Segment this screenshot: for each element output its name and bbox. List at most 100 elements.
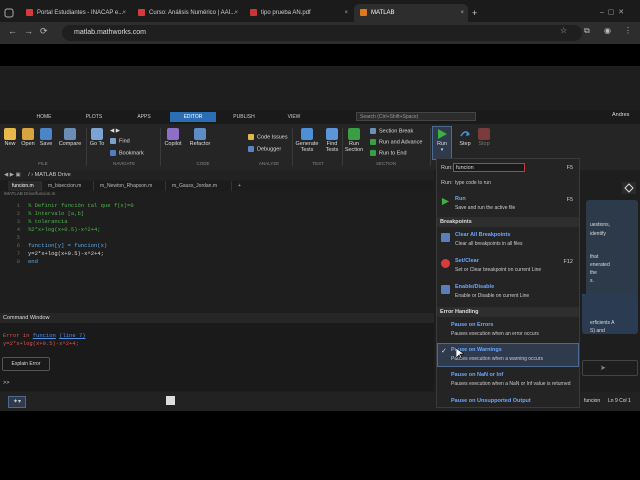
- error-function-link[interactable]: funcion: [33, 332, 56, 339]
- tab-view[interactable]: VIEW: [276, 112, 312, 122]
- menu-item-desc: Pauses execution when a NaN or Inf value…: [451, 381, 571, 387]
- menu-item-run[interactable]: Run Save and run the active file F5: [437, 193, 579, 217]
- window-controls[interactable]: – ▢ ✕: [600, 4, 636, 22]
- code-line: end: [28, 258, 38, 265]
- divider: [160, 128, 161, 166]
- find-label: Find: [119, 138, 130, 145]
- tab-apps[interactable]: APPS: [128, 112, 160, 122]
- stop-button[interactable]: Stop: [476, 128, 492, 147]
- divider: [86, 128, 87, 166]
- back-arrows[interactable]: ◀ ▶: [110, 128, 120, 134]
- bookmark-button[interactable]: Bookmark: [110, 150, 144, 156]
- tab-label: Curso: Análisis Numérico | AAI...: [149, 10, 236, 16]
- divider: [292, 128, 293, 166]
- tab-publish[interactable]: PUBLISH: [226, 112, 262, 122]
- code-issues-icon: [248, 134, 254, 140]
- nav-arrows-icon[interactable]: ◀ ▶ ▣: [4, 172, 21, 178]
- send-icon[interactable]: ➤: [600, 364, 606, 372]
- save-button[interactable]: Save: [38, 128, 54, 147]
- debugger-button[interactable]: Debugger: [248, 146, 281, 152]
- editor-tab-gauss[interactable]: m_Gauss_Jordan.m: [168, 181, 232, 191]
- close-tab-icon[interactable]: ×: [122, 4, 126, 22]
- browser-tab-portal[interactable]: Portal Estudiantes - INACAP e... ×: [20, 4, 130, 22]
- editor-file-path: /MATLAB Drive/funcion.m: [4, 191, 56, 196]
- copilot-icon[interactable]: [622, 182, 636, 194]
- copilot-button[interactable]: Copilot: [162, 128, 184, 147]
- matlab-favicon-icon: [360, 8, 367, 16]
- code-issues-label: Code Issues: [257, 134, 288, 141]
- menu-item-clear-all-breakpoints[interactable]: Clear All Breakpoints Clear all breakpoi…: [437, 229, 579, 253]
- generate-tests-label-2: Tests: [300, 147, 314, 153]
- close-tab-icon[interactable]: ×: [460, 4, 464, 22]
- run-config-input[interactable]: funcion: [453, 163, 525, 172]
- goto-button[interactable]: Go To: [88, 128, 106, 147]
- step-button[interactable]: Step: [456, 128, 474, 147]
- menu-item-enable-disable[interactable]: Enable/Disable Enable or Disable on curr…: [437, 281, 579, 305]
- browser-tab-curso[interactable]: Curso: Análisis Numérico | AAI... ×: [132, 4, 242, 22]
- run-config-key: F5: [566, 165, 573, 171]
- menu-item-pause-on-unsupported-output[interactable]: Pause on Unsupported Output: [437, 395, 579, 407]
- editor-tab-biseccion[interactable]: m_biseccion.m: [44, 181, 94, 191]
- reload-icon[interactable]: ⟳: [40, 26, 48, 37]
- menu-item-set-clear[interactable]: Set/Clear Set or Clear breakpoint on cur…: [437, 255, 579, 279]
- url-field[interactable]: matlab.mathworks.com: [62, 25, 582, 41]
- find-tests-button[interactable]: Find Tests: [322, 128, 342, 153]
- stop-label: Stop: [478, 141, 490, 147]
- menu-item-desc: Clear all breakpoints in all files: [455, 241, 523, 247]
- new-button[interactable]: New: [2, 128, 18, 147]
- refactor-button[interactable]: Refactor: [188, 128, 212, 147]
- find-button[interactable]: Find: [110, 138, 130, 144]
- line-number: 6: [16, 242, 20, 249]
- run-and-advance-button[interactable]: Run and Advance: [370, 139, 422, 145]
- panel-toggle-icon[interactable]: [166, 396, 175, 405]
- browser-menu-icon[interactable]: ⋮: [624, 26, 632, 35]
- copilot-input[interactable]: [582, 360, 638, 376]
- editor-tab-funcion[interactable]: funcion.m: [8, 181, 42, 191]
- folder-path[interactable]: / › MATLAB Drive: [28, 172, 70, 178]
- user-name[interactable]: Andres: [612, 112, 629, 118]
- profile-icon[interactable]: ◉: [604, 26, 611, 35]
- tab-label: tipo prueba AN.pdf: [261, 10, 311, 16]
- code-issues-button[interactable]: Code Issues: [248, 134, 288, 140]
- tab-search-icon[interactable]: [4, 4, 16, 22]
- menu-item-title: Clear All Breakpoints: [455, 232, 511, 238]
- line-number: 2: [16, 210, 20, 217]
- tab-plots[interactable]: PLOTS: [78, 112, 110, 122]
- error-line-link[interactable]: (line 7): [59, 332, 85, 339]
- bookmark-star-icon[interactable]: ☆: [560, 26, 567, 35]
- forward-icon[interactable]: →: [24, 26, 33, 36]
- tab-home[interactable]: HOME: [28, 112, 60, 122]
- panel-text: the: [590, 270, 597, 276]
- back-icon[interactable]: ←: [8, 26, 17, 36]
- close-tab-icon[interactable]: ×: [234, 4, 238, 22]
- add-panel-icon[interactable]: ✦▾: [8, 396, 26, 408]
- add-editor-tab-icon[interactable]: +: [234, 181, 246, 191]
- run-section-button[interactable]: Run Section: [344, 128, 364, 153]
- find-tests-label-2: Tests: [325, 147, 339, 153]
- code-editor[interactable]: 1 % Definir función tal que f(x)=0 2 % I…: [0, 198, 434, 313]
- generate-tests-button[interactable]: Generate Tests: [294, 128, 320, 153]
- matlab-search-input[interactable]: Search (Ctrl+Shift+Space): [356, 112, 476, 121]
- compare-button[interactable]: Compare: [56, 128, 84, 147]
- editor-tab-newton[interactable]: m_Newton_Rhapson.m: [96, 181, 166, 191]
- tab-editor[interactable]: EDITOR: [170, 112, 216, 122]
- section-break-button[interactable]: Section Break: [370, 128, 413, 134]
- browser-tab-matlab[interactable]: MATLAB ×: [354, 4, 468, 22]
- compare-label: Compare: [58, 141, 82, 147]
- new-tab-button[interactable]: +: [472, 4, 484, 22]
- generate-tests-icon: [301, 128, 313, 140]
- run-button[interactable]: Run ▾: [434, 128, 450, 153]
- menu-item-pause-on-errors[interactable]: Pause on Errors Pauses execution when an…: [437, 319, 579, 343]
- run-to-end-label: Run to End: [379, 150, 407, 157]
- section-break-label: Section Break: [379, 128, 414, 135]
- menu-item-title: Run: [455, 196, 466, 202]
- extensions-icon[interactable]: ⧉: [584, 26, 590, 36]
- command-window[interactable]: Error in funcion (line 7) y=2*x+log(x+0.…: [0, 323, 434, 391]
- open-button[interactable]: Open: [20, 128, 36, 147]
- command-prompt[interactable]: >>: [3, 379, 10, 386]
- explain-error-button[interactable]: Explain Error: [2, 357, 50, 371]
- menu-item-pause-on-nan-inf[interactable]: Pause on NaN or Inf Pauses execution whe…: [437, 369, 579, 393]
- close-tab-icon[interactable]: ×: [344, 4, 348, 22]
- browser-tab-pdf[interactable]: tipo prueba AN.pdf ×: [244, 4, 352, 22]
- run-to-end-button[interactable]: Run to End: [370, 150, 407, 156]
